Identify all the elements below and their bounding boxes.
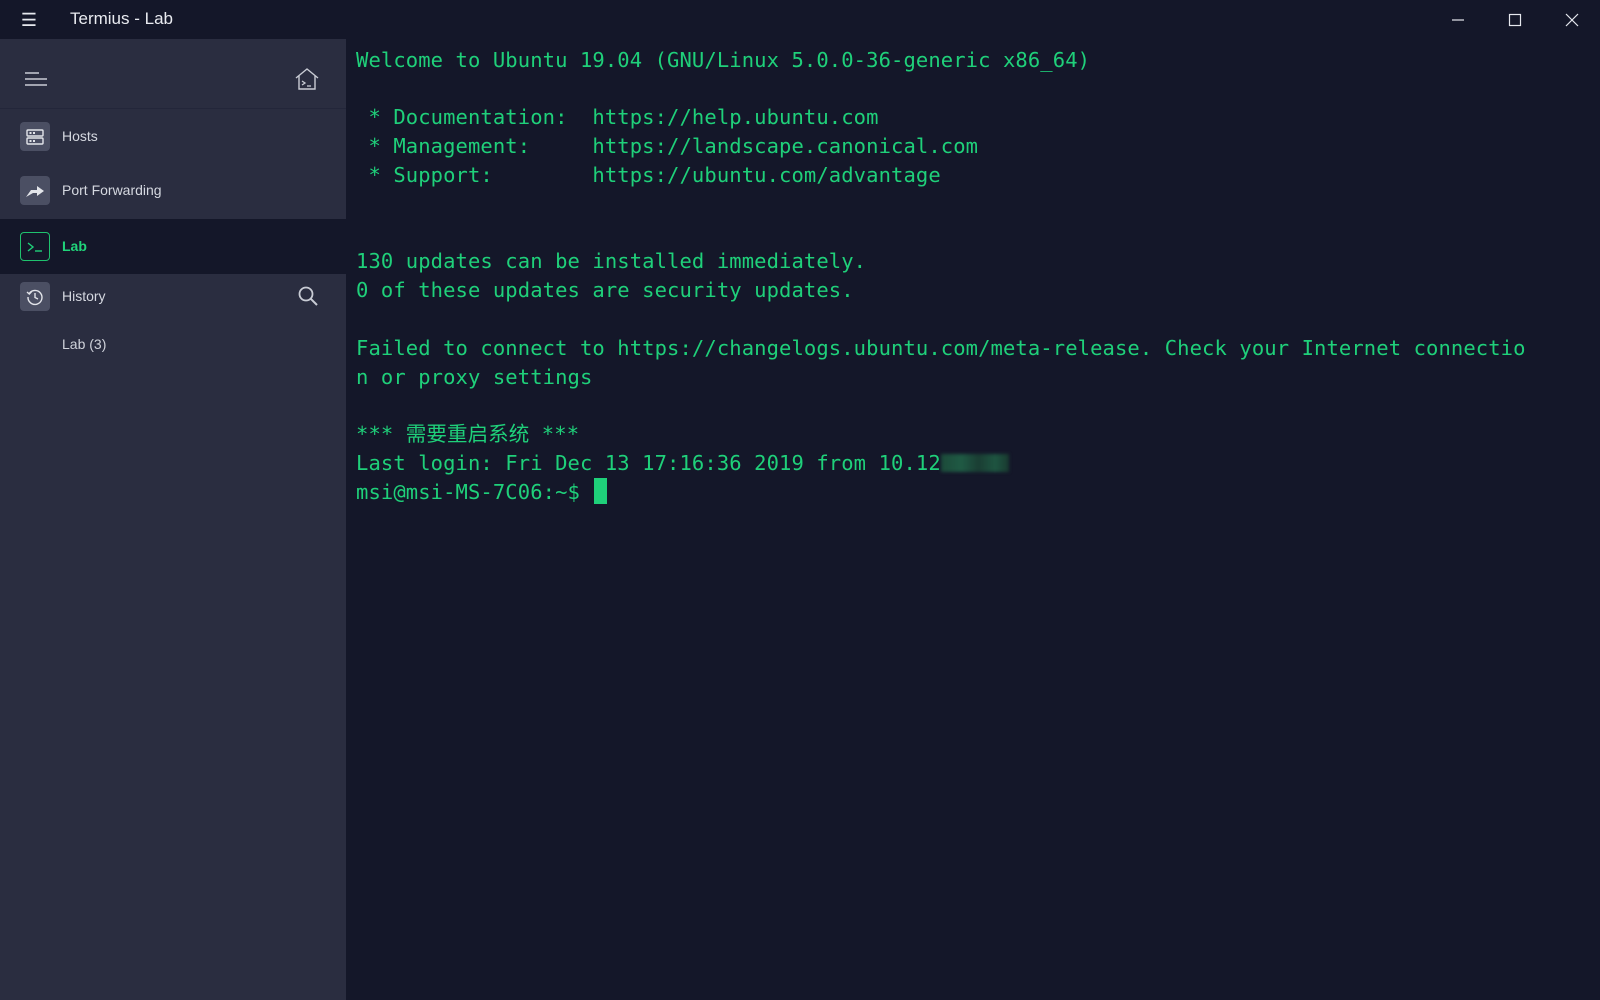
sidebar-item-label: History (62, 288, 106, 304)
sidebar-item-lab[interactable]: Lab (0, 219, 346, 274)
server-icon (20, 122, 50, 151)
terminal-line: * Support: https://ubuntu.com/advantage (356, 163, 941, 187)
close-button[interactable] (1543, 0, 1600, 39)
terminal-cursor (594, 478, 608, 504)
window-title: Termius - Lab (70, 9, 173, 28)
sidebar-item-history[interactable]: History (0, 273, 346, 321)
search-icon (298, 286, 318, 306)
collapse-menu-icon (25, 72, 47, 86)
terminal-pane[interactable]: Welcome to Ubuntu 19.04 (GNU/Linux 5.0.0… (346, 39, 1600, 1000)
sidebar-item-port-forwarding[interactable]: Port Forwarding (0, 163, 346, 218)
sidebar-item-label: Port Forwarding (62, 182, 162, 198)
sidebar-header (0, 39, 346, 108)
title-bar: ☰ Termius - Lab (0, 0, 1600, 39)
history-clock-icon (20, 282, 50, 311)
minimize-button[interactable] (1429, 0, 1486, 39)
last-login-text: Last login: Fri Dec 13 17:16:36 2019 fro… (356, 451, 941, 475)
terminal-line: Failed to connect to https://changelogs.… (356, 336, 1526, 360)
history-entry-lab[interactable]: Lab (3) (62, 336, 106, 352)
terminal-line: 130 updates can be installed immediately… (356, 249, 867, 273)
terminal-line: n or proxy settings (356, 365, 593, 389)
terminal-line: *** 需要重启系统 *** (356, 422, 580, 446)
hamburger-menu-icon[interactable]: ☰ (17, 9, 41, 31)
terminal-line: * Documentation: https://help.ubuntu.com (356, 105, 879, 129)
shell-prompt: msi@msi-MS-7C06:~$ (356, 480, 593, 504)
maximize-button[interactable] (1486, 0, 1543, 39)
sidebar: Hosts Port Forwarding Lab History Lab (3… (0, 39, 346, 1000)
maximize-icon (1508, 13, 1521, 26)
collapse-sidebar-button[interactable] (24, 69, 48, 89)
forward-arrow-icon (20, 176, 50, 205)
terminal-last-login-line: Last login: Fri Dec 13 17:16:36 2019 fro… (356, 449, 1009, 478)
minimize-icon (1451, 18, 1464, 21)
home-terminal-icon (295, 68, 319, 90)
terminal-prompt-line: msi@msi-MS-7C06:~$ (356, 478, 608, 507)
terminal-line: 0 of these updates are security updates. (356, 278, 854, 302)
sidebar-item-label: Lab (62, 238, 87, 254)
terminal-line: * Management: https://landscape.canonica… (356, 134, 979, 158)
sidebar-item-label: Hosts (62, 128, 98, 144)
sidebar-item-hosts[interactable]: Hosts (0, 108, 346, 163)
history-search-button[interactable] (297, 285, 319, 307)
terminal-line: Welcome to Ubuntu 19.04 (GNU/Linux 5.0.0… (356, 48, 1091, 72)
home-button[interactable] (294, 67, 320, 91)
close-icon (1565, 13, 1578, 26)
terminal-prompt-icon (20, 232, 50, 261)
redacted-ip-blur (940, 454, 1009, 472)
